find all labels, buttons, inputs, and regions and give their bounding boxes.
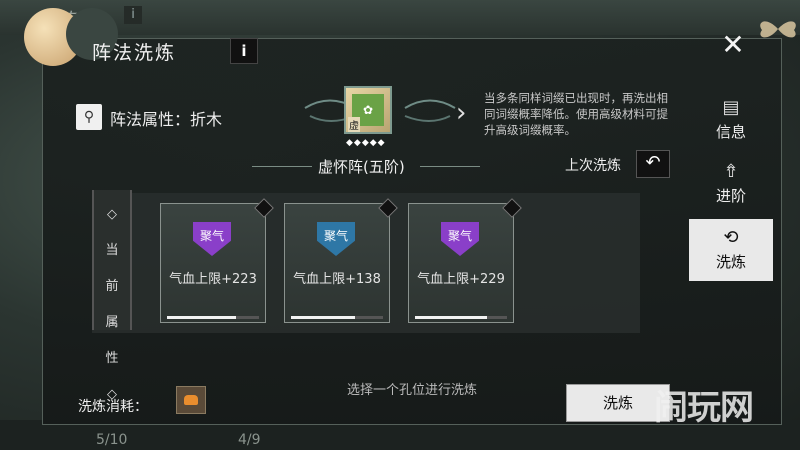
search-icon[interactable]: ⚲ [76, 104, 102, 130]
butterfly-ornament-icon [760, 21, 796, 38]
gem-char: 虚 [348, 117, 360, 132]
slot-value: 气血上限+138 [293, 272, 381, 287]
chevron-right-icon[interactable]: › [456, 98, 466, 128]
last-refine-label: 上次洗炼 [565, 158, 621, 174]
divider-right [420, 166, 480, 167]
vert-char: 当 [105, 243, 119, 258]
background-info-icon[interactable]: i [124, 6, 142, 24]
formation-gem-icon[interactable]: ✿ 虚 [344, 86, 392, 134]
vert-char: 前 [105, 279, 119, 294]
slot-progress [291, 316, 383, 319]
slot-value: 气血上限+229 [417, 272, 505, 287]
attribute-slot-1[interactable]: 聚气 气血上限+223 [160, 203, 266, 323]
star-rating: ◆◆◆◆◆ [346, 138, 386, 148]
undo-arrow-icon[interactable]: ↶ [636, 150, 670, 178]
slot-progress [415, 316, 507, 319]
tab-refine-label: 洗炼 [715, 253, 746, 271]
material-icon[interactable] [176, 386, 206, 414]
moon-emblem [24, 8, 118, 66]
background-count-left: 5/10 [96, 432, 128, 448]
juqi-badge-icon: 聚气 [441, 222, 479, 256]
refine-icon: ⟲ [723, 227, 739, 248]
tab-info-label: 信息 [715, 123, 746, 141]
background-header: 阵法 i [0, 0, 800, 35]
tab-info[interactable]: ▤ 信息 [689, 89, 773, 151]
juqi-badge-icon: 聚气 [193, 222, 231, 256]
attribute-slot-2[interactable]: 聚气 气血上限+138 [284, 203, 390, 323]
refine-description: 当多条同样词缀已出现时，再洗出相同词缀概率降低。使用高级材料可提升高级词缀概率。 [484, 91, 668, 137]
cost-label: 洗炼消耗： [78, 399, 148, 415]
current-attributes-label: ◇ 当 前 属 性 ◇ [92, 190, 132, 402]
formation-attribute: 阵法属性：折木 [110, 110, 223, 129]
divider-left [252, 166, 312, 167]
tab-refine[interactable]: ⟲ 洗炼 [689, 219, 773, 281]
juqi-badge-icon: 聚气 [317, 222, 355, 256]
site-watermark: 闹玩网 [654, 388, 754, 428]
vert-char: 性 [105, 351, 119, 366]
slot-progress [167, 316, 259, 319]
dialog-title: 阵法洗炼 [92, 42, 177, 64]
vert-char: 属 [105, 315, 119, 330]
slot-value: 气血上限+223 [169, 272, 257, 287]
attribute-slot-3[interactable]: 聚气 气血上限+229 [408, 203, 514, 323]
scroll-icon: ▤ [722, 97, 740, 118]
tab-upgrade[interactable]: ⇮ 进阶 [689, 153, 773, 215]
close-icon[interactable]: ✕ [718, 30, 748, 60]
tab-upgrade-label: 进阶 [715, 187, 746, 205]
upgrade-icon: ⇮ [723, 161, 739, 182]
vert-char: ◇ [107, 207, 117, 222]
background-count-mid: 4/9 [238, 432, 261, 448]
formation-name: 虚怀阵(五阶) [318, 158, 405, 176]
info-icon[interactable]: i [230, 38, 258, 64]
